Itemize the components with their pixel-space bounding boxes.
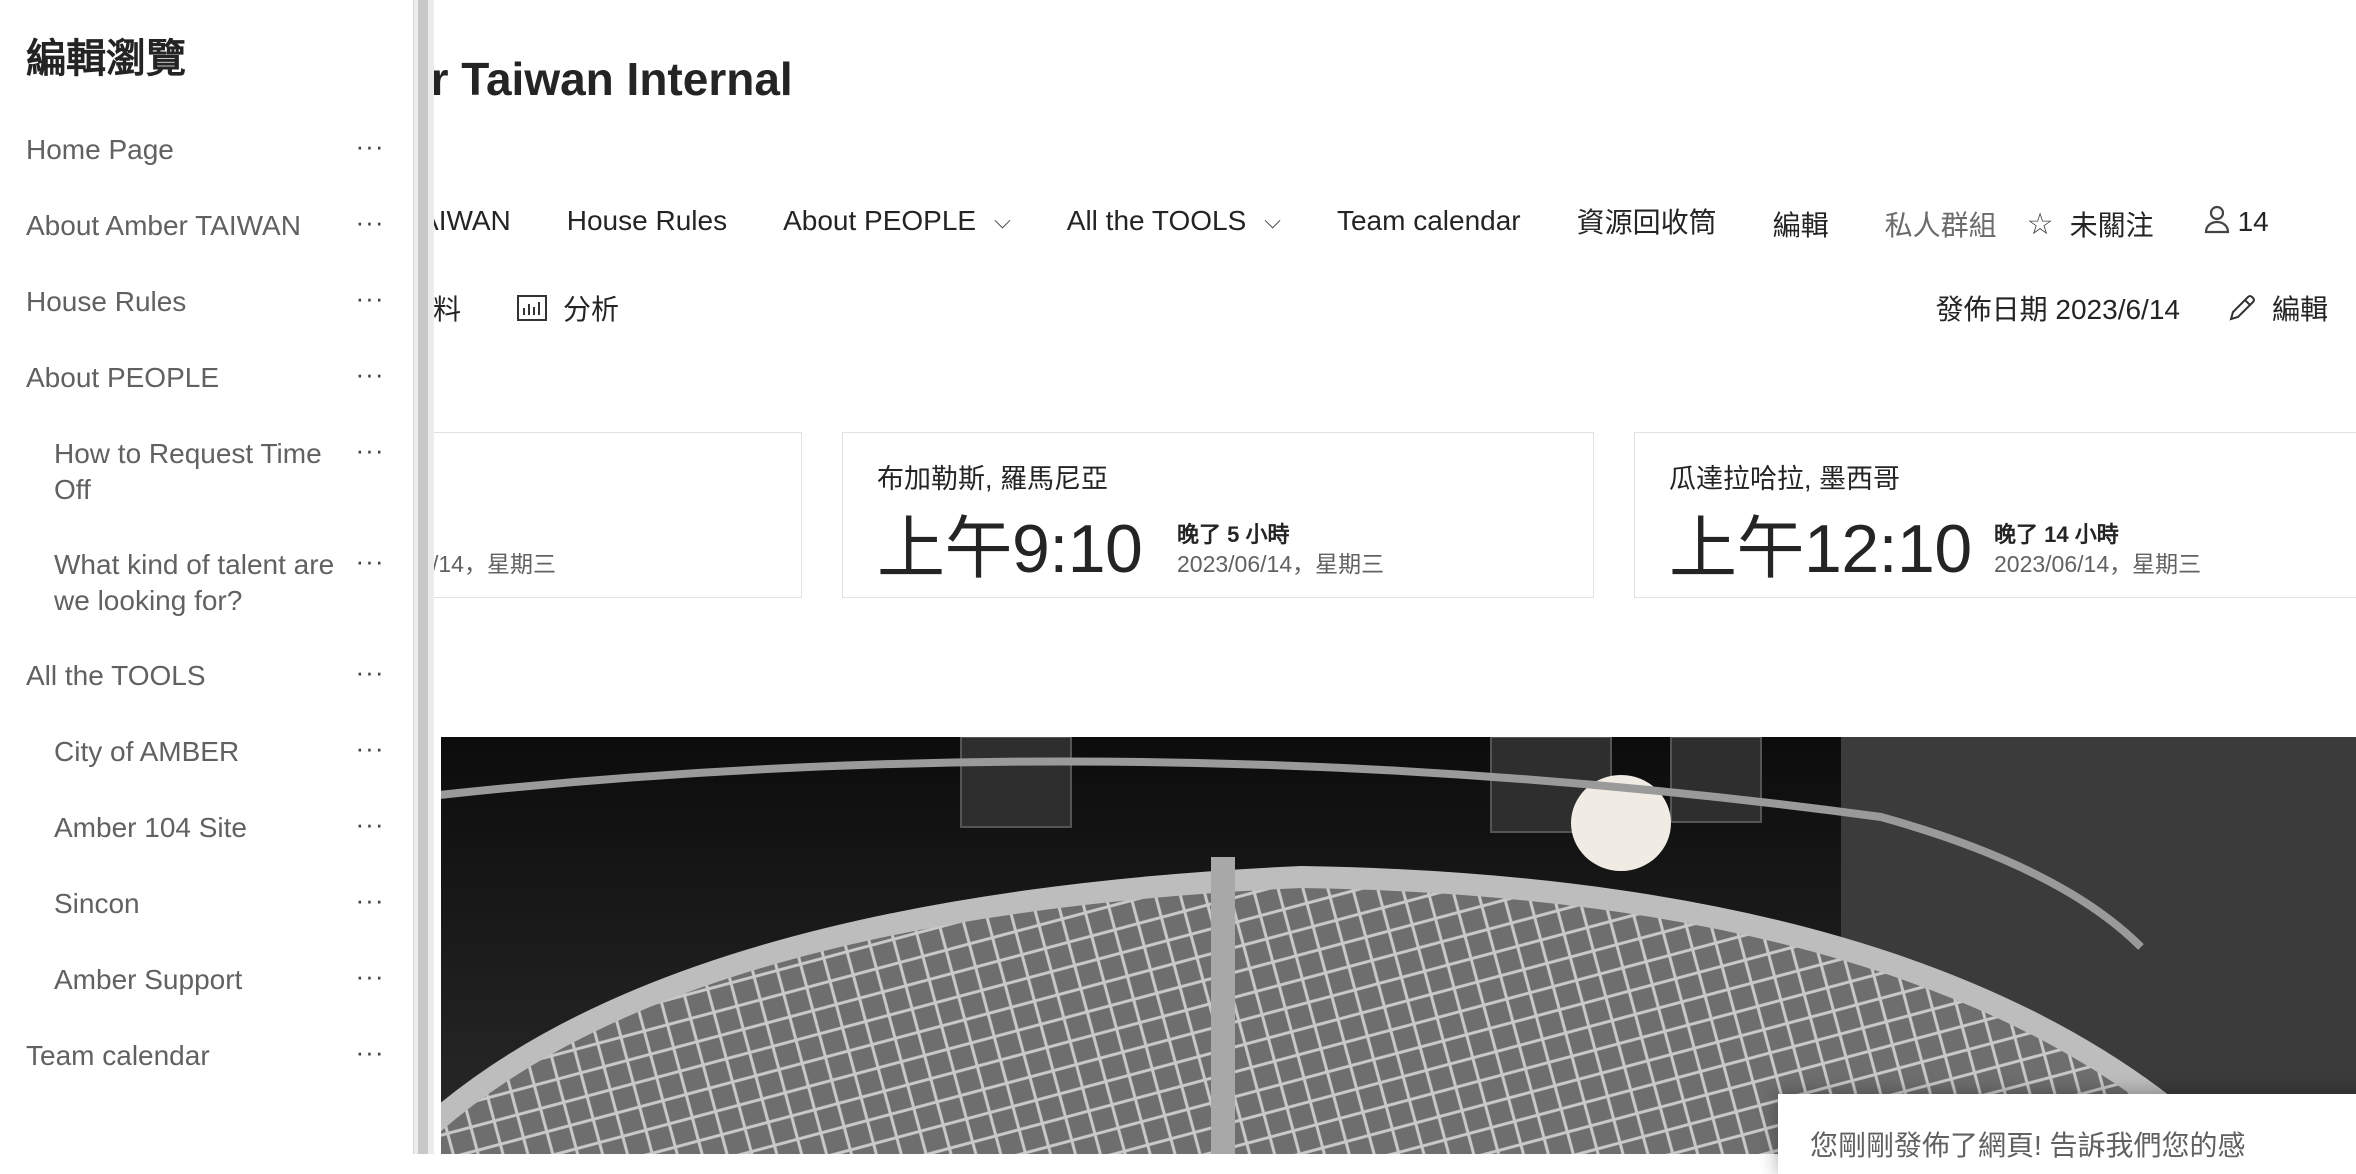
topnav-item-about-people[interactable]: About PEOPLE ⌵ bbox=[783, 205, 1011, 237]
command-bar-left: 資料 分析 bbox=[405, 288, 619, 328]
analytics-label: 分析 bbox=[563, 294, 620, 325]
nav-item-amber-support[interactable]: Amber Support ··· bbox=[0, 958, 413, 1034]
nav-item-label: All the TOOLS bbox=[26, 660, 206, 691]
panel-title: 編輯瀏覽 bbox=[26, 37, 186, 81]
star-outline-icon: ☆ bbox=[2026, 207, 2054, 241]
nav-item-all-the-tools[interactable]: All the TOOLS ··· bbox=[0, 654, 413, 730]
nav-item-request-time-off[interactable]: How to Request Time Off ··· bbox=[0, 432, 413, 543]
person-icon bbox=[2204, 204, 2230, 241]
more-options-icon[interactable]: ··· bbox=[352, 282, 388, 314]
nav-item-team-calendar[interactable]: Team calendar ··· bbox=[0, 1034, 413, 1110]
edit-page-label: 編輯 bbox=[2271, 294, 2328, 325]
hero-image bbox=[441, 737, 2356, 1154]
navigation-list: Home Page ··· About Amber TAIWAN ··· Hou… bbox=[0, 128, 413, 1110]
command-bar-right: 發佈日期 2023/6/14 編輯 bbox=[1936, 288, 2328, 328]
nav-item-label: Amber Support bbox=[54, 964, 243, 995]
world-clock-card: 瓜達拉哈拉, 墨西哥 上午12:10 晚了 14 小時 2023/06/14，星… bbox=[1634, 432, 2356, 598]
clock-city: 布加勒斯, 羅馬尼亞 bbox=[877, 464, 1109, 494]
nav-item-talent[interactable]: What kind of talent are we looking for? … bbox=[0, 543, 413, 654]
topnav-item-recycle-bin[interactable]: 資源回收筒 bbox=[1577, 201, 1717, 241]
clock-city: 瓜達拉哈拉, 墨西哥 bbox=[1669, 464, 1901, 494]
clock-time: 上午12:10 bbox=[1669, 511, 1972, 587]
more-options-icon[interactable]: ··· bbox=[352, 732, 388, 764]
nav-item-about-people[interactable]: About PEOPLE ··· bbox=[0, 356, 413, 432]
members-button[interactable]: 14 bbox=[2204, 204, 2269, 241]
world-clock-card: 布加勒斯, 羅馬尼亞 上午9:10 晚了 5 小時 2023/06/14，星期三 bbox=[842, 432, 1594, 598]
edit-page-button[interactable]: 編輯 bbox=[2226, 288, 2328, 328]
topnav-item-all-the-tools[interactable]: All the TOOLS ⌵ bbox=[1067, 205, 1281, 237]
chevron-down-icon: ⌵ bbox=[994, 208, 1011, 233]
nav-item-label: City of AMBER bbox=[54, 736, 240, 767]
follow-label: 未關注 bbox=[2069, 210, 2154, 241]
topnav-item-house-rules[interactable]: House Rules bbox=[567, 205, 727, 237]
edit-links-label: 編輯 bbox=[1772, 210, 1829, 241]
follow-button[interactable]: ☆ 未關注 bbox=[2027, 204, 2154, 244]
feedback-text: 您剛剛發佈了網頁! 告訴我們您的感 bbox=[1810, 1130, 2246, 1161]
clock-time: 上午9:10 bbox=[877, 511, 1143, 587]
clock-date: 2023/06/14，星期三 bbox=[1177, 551, 1385, 577]
nav-item-house-rules[interactable]: House Rules ··· bbox=[0, 280, 413, 356]
edit-links-button[interactable]: 編輯 bbox=[1773, 204, 1829, 244]
nav-item-home-page[interactable]: Home Page ··· bbox=[0, 128, 413, 204]
topnav-label: 資源回收筒 bbox=[1576, 207, 1717, 238]
more-options-icon[interactable]: ··· bbox=[352, 358, 388, 390]
topnav-label: House Rules bbox=[566, 205, 728, 236]
more-options-icon[interactable]: ··· bbox=[352, 656, 388, 688]
nav-item-amber-104-site[interactable]: Amber 104 Site ··· bbox=[0, 806, 413, 882]
hero-photo bbox=[441, 737, 2356, 1154]
topnav-label: About PEOPLE bbox=[783, 205, 977, 236]
chevron-down-icon: ⌵ bbox=[1264, 208, 1281, 233]
nav-item-label: What kind of talent are we looking for? bbox=[54, 549, 335, 616]
edit-navigation-panel: 編輯瀏覽 Home Page ··· About Amber TAIWAN ··… bbox=[0, 0, 414, 1154]
site-title[interactable]: er Taiwan Internal bbox=[405, 52, 793, 106]
nav-item-label: Amber 104 Site bbox=[54, 812, 247, 843]
more-options-icon[interactable]: ··· bbox=[352, 960, 388, 992]
nav-item-city-of-amber[interactable]: City of AMBER ··· bbox=[0, 730, 413, 806]
member-count: 14 bbox=[2237, 206, 2269, 237]
resize-grip[interactable] bbox=[418, 0, 428, 1154]
more-options-icon[interactable]: ··· bbox=[352, 130, 388, 162]
nav-item-label: About PEOPLE bbox=[26, 362, 220, 393]
pencil-icon bbox=[2229, 295, 2255, 321]
top-navigation: TAIWAN House Rules About PEOPLE ⌵ All th… bbox=[405, 196, 2325, 246]
more-options-icon[interactable]: ··· bbox=[352, 1036, 388, 1068]
nav-item-label: Home Page bbox=[26, 134, 174, 165]
nav-item-label: How to Request Time Off bbox=[54, 438, 322, 505]
publish-date-label: 發佈日期 2023/6/14 bbox=[1935, 294, 2180, 325]
nav-item-label: House Rules bbox=[26, 286, 187, 317]
topnav-label: All the TOOLS bbox=[1066, 205, 1247, 236]
panel-resize-handle[interactable] bbox=[414, 0, 434, 1154]
analytics-icon bbox=[517, 295, 548, 321]
analytics-button[interactable]: 分析 bbox=[517, 288, 619, 328]
nav-item-sincon[interactable]: Sincon ··· bbox=[0, 882, 413, 958]
more-options-icon[interactable]: ··· bbox=[352, 545, 388, 577]
feedback-prompt[interactable]: 您剛剛發佈了網頁! 告訴我們您的感 bbox=[1778, 1094, 2356, 1174]
clock-date: 2023/06/14，星期三 bbox=[1994, 551, 2202, 577]
more-options-icon[interactable]: ··· bbox=[352, 884, 388, 916]
more-options-icon[interactable]: ··· bbox=[352, 808, 388, 840]
nav-item-label: Sincon bbox=[54, 888, 140, 919]
nav-item-label: About Amber TAIWAN bbox=[26, 210, 301, 241]
private-group-label: 私人群組 bbox=[1885, 204, 1997, 244]
nav-item-about-amber-taiwan[interactable]: About Amber TAIWAN ··· bbox=[0, 204, 413, 280]
topnav-item-team-calendar[interactable]: Team calendar bbox=[1337, 205, 1521, 237]
publish-date: 發佈日期 2023/6/14 bbox=[1936, 288, 2180, 328]
topnav-label: Team calendar bbox=[1336, 205, 1521, 236]
more-options-icon[interactable]: ··· bbox=[352, 206, 388, 238]
group-type-label: 私人群組 bbox=[1884, 210, 1997, 241]
more-options-icon[interactable]: ··· bbox=[352, 434, 388, 466]
nav-item-label: Team calendar bbox=[26, 1040, 210, 1071]
